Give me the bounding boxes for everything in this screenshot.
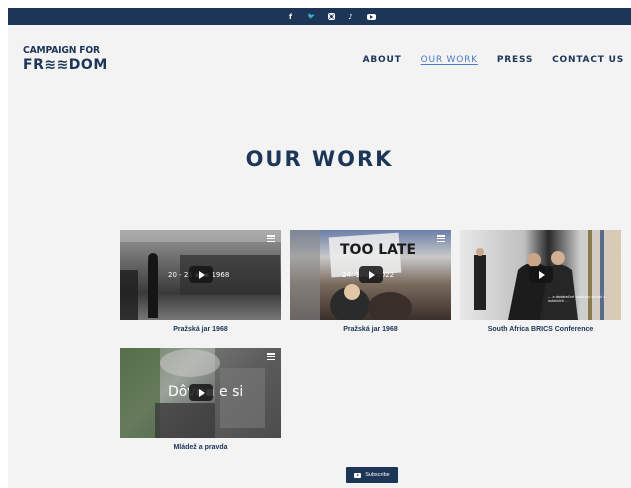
sign-text: TOO LATE bbox=[340, 242, 417, 258]
video-caption: Mládež a pravda bbox=[173, 444, 228, 451]
video-card[interactable]: ... a dodatečné dodávky zbraní z ostatní… bbox=[460, 230, 621, 333]
video-caption: Pražská jar 1968 bbox=[343, 326, 398, 333]
twitter-icon[interactable]: 🐦 bbox=[307, 12, 317, 22]
play-icon[interactable] bbox=[189, 384, 213, 401]
video-thumbnail[interactable]: TOO LATE 24. 1▪▪▪ 2022 bbox=[290, 230, 451, 320]
logo-line-2: FR≋≋DOM bbox=[23, 57, 108, 73]
video-thumbnail[interactable]: 20 - 21 ▪▪▪ 1968 bbox=[120, 230, 281, 320]
video-card[interactable]: TOO LATE 24. 1▪▪▪ 2022 Pražská jar 1968 bbox=[290, 230, 451, 333]
tiktok-icon[interactable]: ♪ bbox=[346, 12, 356, 22]
menu-icon[interactable] bbox=[267, 353, 275, 360]
page: f 🐦 ♪ CAMPAIGN FOR FR≋≋DOM ABOUT OUR WOR… bbox=[8, 8, 631, 488]
video-thumbnail[interactable]: ... a dodatečné dodávky zbraní z ostatní… bbox=[460, 230, 621, 320]
video-caption: South Africa BRICS Conference bbox=[487, 326, 594, 333]
page-title: OUR WORK bbox=[245, 147, 394, 171]
play-icon[interactable] bbox=[529, 266, 553, 283]
video-card[interactable]: Dôv▪▪ e si Mládež a pravda bbox=[120, 348, 281, 451]
logo-line-1: CAMPAIGN FOR bbox=[23, 45, 100, 56]
instagram-icon[interactable] bbox=[327, 13, 335, 20]
youtube-icon bbox=[354, 472, 362, 478]
play-icon[interactable] bbox=[189, 266, 213, 283]
nav-our-work[interactable]: OUR WORK bbox=[421, 55, 478, 65]
video-thumbnail[interactable]: Dôv▪▪ e si bbox=[120, 348, 281, 438]
nav-about[interactable]: ABOUT bbox=[363, 55, 402, 65]
main-nav: ABOUT OUR WORK PRESS CONTACT US bbox=[363, 55, 624, 65]
youtube-icon[interactable] bbox=[366, 13, 376, 20]
facebook-icon[interactable]: f bbox=[286, 12, 296, 22]
menu-icon[interactable] bbox=[267, 235, 275, 242]
site-logo[interactable]: CAMPAIGN FOR FR≋≋DOM bbox=[23, 45, 108, 73]
video-card[interactable]: 20 - 21 ▪▪▪ 1968 Pražská jar 1968 bbox=[120, 230, 281, 333]
video-subtitle: ... a dodatečné dodávky zbraní z ostatní… bbox=[548, 295, 606, 303]
subscribe-label: Subscribe bbox=[365, 472, 390, 478]
nav-press[interactable]: PRESS bbox=[497, 55, 533, 65]
video-caption: Pražská jar 1968 bbox=[173, 326, 228, 333]
menu-icon[interactable] bbox=[437, 235, 445, 242]
social-bar: f 🐦 ♪ bbox=[8, 8, 631, 25]
subscribe-button[interactable]: Subscribe bbox=[346, 467, 398, 483]
play-icon[interactable] bbox=[359, 266, 383, 283]
nav-contact-us[interactable]: CONTACT US bbox=[552, 55, 624, 65]
